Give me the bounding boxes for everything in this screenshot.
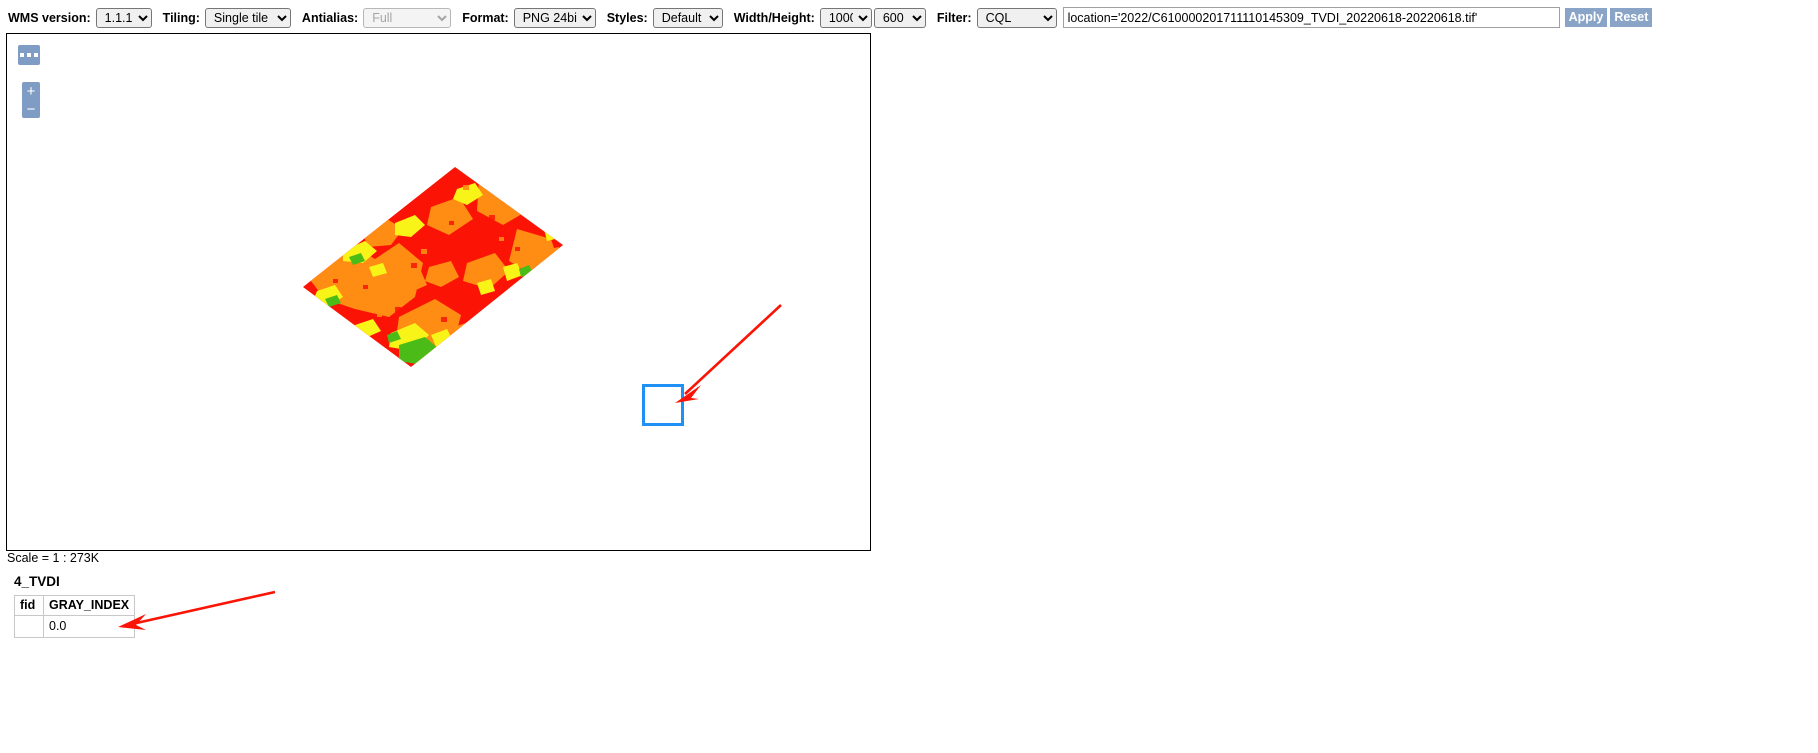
map-options-button[interactable] (18, 45, 40, 65)
antialias-label: Antialias: (301, 10, 359, 25)
wms-toolbar: WMS version: 1.1.1 Tiling: Single tile A… (0, 0, 1818, 35)
annotation-highlight-square (642, 384, 684, 426)
filter-label: Filter: (936, 10, 972, 25)
width-select[interactable]: 1000 (819, 7, 872, 28)
apply-button[interactable]: Apply (1564, 8, 1608, 27)
antialias-select: Full (363, 7, 452, 28)
tvdi-raster-layer (303, 167, 563, 367)
column-header-fid: fid (14, 595, 44, 616)
reset-button[interactable]: Reset (1610, 8, 1653, 27)
filter-expression-input[interactable] (1062, 7, 1560, 28)
tiling-select[interactable]: Single tile (204, 7, 291, 28)
raster-pixels (303, 167, 563, 367)
filter-type-select[interactable]: CQL (976, 7, 1057, 28)
plus-icon: + (26, 82, 36, 100)
height-select[interactable]: 600 (873, 7, 926, 28)
map-viewport[interactable]: + − (6, 33, 871, 551)
zoom-in-button[interactable]: + (22, 82, 40, 100)
wms-version-label: WMS version: (8, 10, 91, 25)
three-dots-icon (20, 53, 38, 57)
tiling-label: Tiling: (162, 10, 200, 25)
zoom-out-button[interactable]: − (22, 100, 40, 118)
feature-layer-title: 4_TVDI (14, 574, 60, 589)
cell-fid (14, 615, 44, 638)
format-select[interactable]: PNG 24bit (513, 7, 596, 28)
format-label: Format: (462, 10, 509, 25)
width-height-label: Width/Height: (733, 10, 815, 25)
annotation-arrow-to-table (118, 590, 276, 630)
map-scale-label: Scale = 1 : 273K (7, 551, 100, 565)
styles-label: Styles: (606, 10, 648, 25)
minus-icon: − (26, 100, 36, 118)
styles-select[interactable]: Default (652, 7, 723, 28)
wms-version-select[interactable]: 1.1.1 (95, 7, 152, 28)
